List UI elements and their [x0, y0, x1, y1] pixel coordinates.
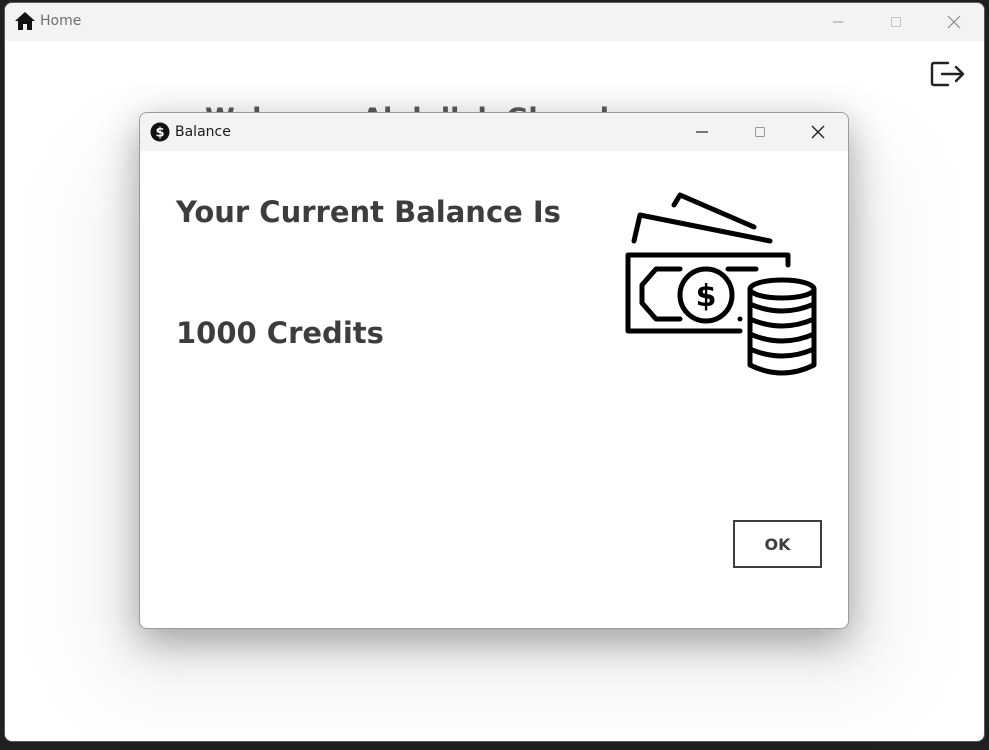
money-cash-coins-icon: $ [624, 191, 820, 381]
maximize-icon [891, 17, 901, 27]
svg-text:$: $ [155, 126, 164, 141]
dialog-titlebar[interactable]: $ Balance [140, 113, 848, 151]
home-icon [14, 11, 36, 31]
dollar-coin-icon: $ [150, 122, 170, 142]
dialog-maximize-button[interactable] [731, 113, 789, 151]
main-titlebar[interactable]: Home [5, 3, 984, 41]
main-window-title: Home [40, 13, 82, 29]
ok-button[interactable]: OK [733, 520, 822, 568]
minimize-icon [833, 21, 843, 23]
logout-icon [930, 61, 965, 87]
maximize-icon [755, 127, 765, 137]
close-button[interactable] [925, 3, 983, 41]
close-icon [811, 125, 825, 139]
dialog-minimize-button[interactable] [673, 113, 731, 151]
maximize-button[interactable] [867, 3, 925, 41]
dialog-title: Balance [175, 124, 231, 140]
balance-value: 1000 Credits [176, 316, 384, 350]
balance-heading: Your Current Balance Is [176, 195, 561, 229]
logout-button[interactable] [929, 57, 967, 91]
dialog-close-button[interactable] [789, 113, 847, 151]
close-icon [947, 15, 961, 29]
minimize-button[interactable] [809, 3, 867, 41]
svg-text:$: $ [696, 279, 717, 314]
minimize-icon [696, 131, 708, 133]
balance-dialog: $ Balance Your Current Balance Is 1000 C… [139, 112, 849, 629]
